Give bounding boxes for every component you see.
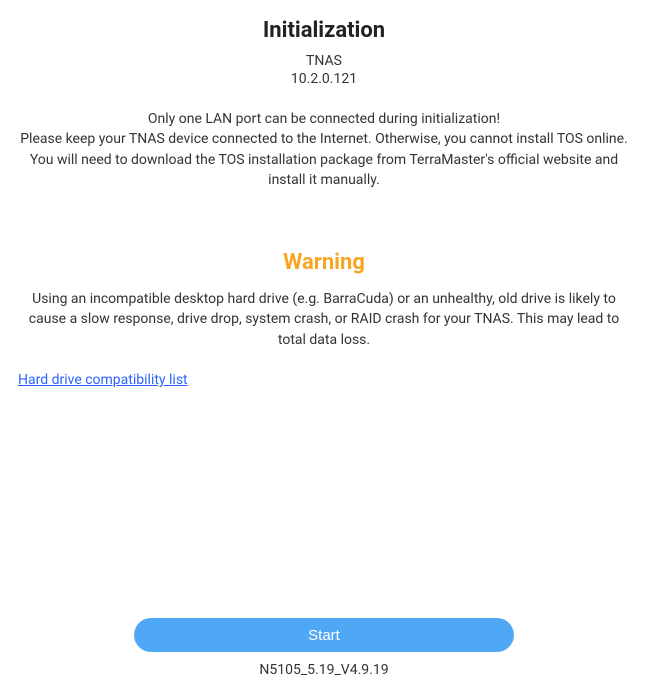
compatibility-link[interactable]: Hard drive compatibility list [0, 372, 648, 388]
version-label: N5105_5.19_V4.9.19 [0, 662, 648, 678]
start-button[interactable]: Start [134, 618, 514, 652]
ip-address: 10.2.0.121 [0, 71, 648, 87]
warning-title: Warning [0, 250, 648, 275]
device-name: TNAS [0, 53, 648, 69]
warning-text: Using an incompatible desktop hard drive… [0, 289, 648, 350]
page-title: Initialization [0, 18, 648, 43]
info-text: Only one LAN port can be connected durin… [0, 109, 648, 190]
